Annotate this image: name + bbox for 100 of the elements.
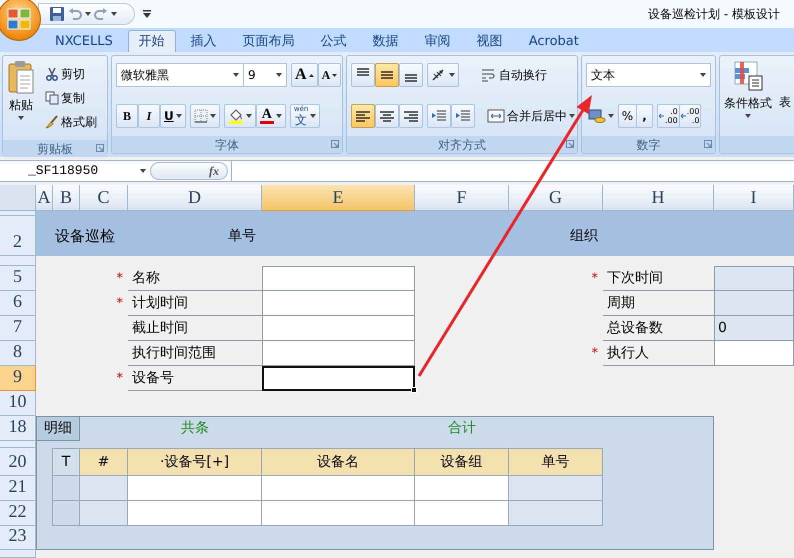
- orientation-button[interactable]: [427, 63, 459, 87]
- column-header[interactable]: D: [128, 185, 262, 211]
- caret-icon: [310, 114, 316, 118]
- decrease-decimal-button[interactable]: .00 .0: [678, 104, 702, 128]
- detail-tab[interactable]: 明细: [36, 416, 80, 441]
- row-header[interactable]: 18: [0, 416, 36, 441]
- table-cell[interactable]: [261, 476, 415, 501]
- input-field[interactable]: [262, 341, 415, 366]
- ribbon-tab[interactable]: 插入: [180, 30, 228, 52]
- number-label: 单号: [227, 226, 257, 246]
- row-header[interactable]: 22: [0, 501, 36, 526]
- table-cell[interactable]: [261, 501, 415, 526]
- table-cell[interactable]: [127, 501, 262, 526]
- font-color-button[interactable]: A: [256, 104, 286, 128]
- ribbon-tab[interactable]: 数据: [362, 30, 410, 52]
- ribbon-tab[interactable]: 公式: [310, 30, 358, 52]
- input-field[interactable]: [714, 266, 794, 291]
- input-field[interactable]: [262, 291, 415, 316]
- dialog-launcher-icon: [331, 140, 339, 148]
- fill-handle[interactable]: [411, 387, 417, 393]
- ribbon-tab[interactable]: 页面布局: [232, 30, 306, 52]
- input-field[interactable]: 0: [714, 316, 794, 341]
- row-header-strip[interactable]: [0, 211, 36, 216]
- row-header[interactable]: 7: [0, 316, 36, 341]
- row-header[interactable]: 21: [0, 476, 36, 501]
- input-field[interactable]: [714, 341, 794, 366]
- italic-button[interactable]: I: [138, 104, 160, 128]
- ribbon-tab[interactable]: NXCELLS: [44, 30, 124, 52]
- grow-font-button[interactable]: A: [291, 63, 318, 87]
- column-header[interactable]: E: [262, 185, 415, 211]
- scissors-icon: [45, 66, 59, 80]
- increase-decimal-button[interactable]: .0 .00: [657, 104, 680, 128]
- shrink-font-button[interactable]: A: [318, 63, 342, 87]
- fill-color-button[interactable]: [224, 104, 256, 128]
- column-header[interactable]: F: [415, 185, 509, 211]
- input-field[interactable]: [262, 266, 415, 291]
- row-header[interactable]: 5: [0, 266, 36, 291]
- font-name-field[interactable]: 微软雅黑: [116, 63, 244, 87]
- column-header[interactable]: I: [714, 185, 794, 211]
- column-header[interactable]: B: [53, 185, 80, 211]
- decrease-indent-button[interactable]: [427, 104, 451, 128]
- column-header[interactable]: A: [36, 185, 53, 211]
- merge-center-button[interactable]: 合并后居中: [483, 104, 579, 128]
- row-header[interactable]: 8: [0, 341, 36, 366]
- input-field[interactable]: [714, 291, 794, 316]
- borders-button[interactable]: [190, 104, 220, 128]
- customize-menu-icon: [143, 10, 151, 18]
- row-header-strip[interactable]: [0, 256, 36, 266]
- align-middle-button[interactable]: [375, 63, 399, 87]
- table-cell[interactable]: [414, 501, 509, 526]
- align-center-icon: [380, 110, 394, 122]
- arrow-icon: [680, 113, 686, 119]
- format-painter-button[interactable]: 格式刷: [41, 111, 101, 132]
- copy-button[interactable]: 复制: [41, 87, 101, 108]
- percent-button[interactable]: %: [618, 104, 637, 128]
- comma-button[interactable]: ,: [636, 104, 653, 128]
- select-all-corner[interactable]: [0, 185, 36, 211]
- column-header[interactable]: C: [80, 185, 128, 211]
- table-cell[interactable]: [414, 476, 509, 501]
- caret-icon: [276, 114, 282, 118]
- column-header: 单号: [508, 448, 603, 476]
- number-format-field[interactable]: 文本: [586, 63, 711, 87]
- align-center-button[interactable]: [375, 104, 399, 128]
- ribbon-tab[interactable]: 审阅: [414, 30, 462, 52]
- insert-function-button[interactable]: fx: [150, 162, 228, 180]
- ribbon-tab[interactable]: Acrobat: [518, 30, 590, 52]
- cut-button[interactable]: 剪切: [41, 63, 101, 84]
- conditional-format-button[interactable]: 条件格式: [724, 60, 772, 132]
- row-header-strip[interactable]: [0, 441, 36, 448]
- row-header[interactable]: 9: [0, 366, 36, 391]
- increase-indent-button[interactable]: [451, 104, 475, 128]
- align-top-button[interactable]: [351, 63, 375, 87]
- dialog-launcher-icon: [96, 144, 104, 152]
- input-field[interactable]: [262, 366, 415, 391]
- align-bottom-button[interactable]: [399, 63, 423, 87]
- format-as-table-button[interactable]: 表: [778, 90, 792, 114]
- column-header[interactable]: H: [603, 185, 714, 211]
- row-header[interactable]: 20: [0, 448, 36, 476]
- row-header[interactable]: 2: [0, 216, 36, 256]
- ribbon-tab[interactable]: 开始: [128, 30, 176, 52]
- row-header[interactable]: 10: [0, 391, 36, 416]
- font-size-field[interactable]: 9: [243, 63, 287, 87]
- row-header[interactable]: 6: [0, 291, 36, 316]
- bold-button[interactable]: B: [116, 104, 138, 128]
- underline-button[interactable]: U: [160, 104, 186, 128]
- row-header-strip[interactable]: [0, 550, 36, 558]
- paste-button[interactable]: 粘贴: [7, 60, 35, 136]
- ribbon-tab[interactable]: 视图: [466, 30, 514, 52]
- wrap-text-button[interactable]: 自动换行: [477, 63, 551, 87]
- align-left-button[interactable]: [351, 104, 375, 128]
- caret-icon: [449, 73, 455, 77]
- wrap-text-icon: [481, 68, 497, 82]
- table-cell[interactable]: [127, 476, 262, 501]
- column-header[interactable]: G: [509, 185, 603, 211]
- row-header[interactable]: 23: [0, 526, 36, 550]
- align-right-button[interactable]: [399, 104, 423, 128]
- input-field[interactable]: [262, 316, 415, 341]
- name-box[interactable]: _SF118950: [0, 161, 150, 181]
- caret-icon: [569, 114, 575, 118]
- align-left-icon: [356, 110, 370, 122]
